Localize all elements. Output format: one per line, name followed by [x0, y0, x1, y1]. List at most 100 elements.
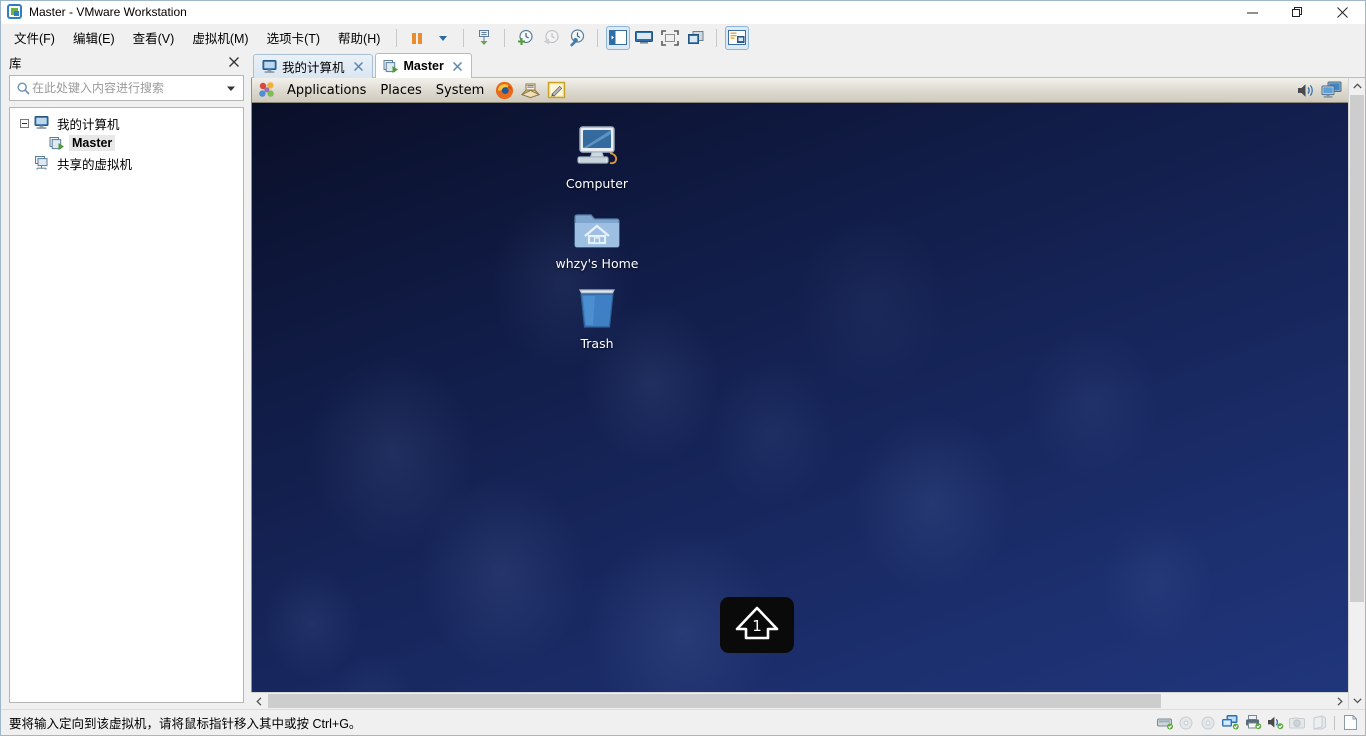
menu-tabs[interactable]: 选项卡(T)	[258, 24, 329, 51]
library-panel: 库 在此处键入内容进行搜索 我的计算机 Master 共享的虚拟机	[1, 51, 251, 709]
horizontal-scroll-track[interactable]	[268, 693, 1331, 709]
toolbar-separator-5	[716, 28, 718, 47]
unity-button[interactable]	[684, 26, 708, 50]
main-body: 库 在此处键入内容进行搜索 我的计算机 Master 共享的虚拟机 我的计算机 …	[1, 51, 1365, 709]
close-icon[interactable]	[451, 59, 465, 73]
status-cd-drive-2-icon[interactable]	[1199, 714, 1219, 732]
desktop-icon-label: Computer	[565, 176, 629, 191]
status-hard-disk-icon[interactable]	[1155, 714, 1175, 732]
evolution-mail-launcher-icon[interactable]	[519, 79, 541, 101]
console-view-button[interactable]	[632, 26, 656, 50]
tree-item-label: 共享的虚拟机	[57, 157, 133, 172]
gnome-tray	[1292, 79, 1346, 101]
scroll-right-arrow[interactable]	[1331, 693, 1348, 709]
library-tree: 我的计算机 Master 共享的虚拟机	[9, 107, 244, 703]
tree-item-master[interactable]: Master	[10, 133, 243, 153]
scroll-left-arrow[interactable]	[251, 693, 268, 709]
workspace-number: 1	[752, 617, 762, 635]
display-settings-icon[interactable]	[1320, 79, 1342, 101]
vertical-scrollbar[interactable]	[1348, 78, 1365, 709]
toolbar-separator-4	[597, 28, 599, 47]
vm-pane: 我的计算机 Master Applications Places System …	[251, 51, 1365, 709]
text-editor-launcher-icon[interactable]	[545, 79, 567, 101]
firefox-launcher-icon[interactable]	[493, 79, 515, 101]
minimize-button[interactable]	[1230, 1, 1275, 24]
vertical-scroll-track[interactable]	[1349, 95, 1365, 692]
tab-my-computer[interactable]: 我的计算机	[253, 54, 373, 78]
shared-vm-icon	[33, 155, 50, 171]
tab-label: Master	[403, 59, 444, 73]
vm-viewport-column: Applications Places System Computer whzy…	[251, 78, 1348, 709]
status-bar: 要将输入定向到该虚拟机，请将鼠标指针移入其中或按 Ctrl+G。	[1, 709, 1365, 735]
tree-item-my-computer[interactable]: 我的计算机	[10, 113, 243, 133]
restore-button[interactable]	[1275, 1, 1320, 24]
workspace-switcher[interactable]: 1	[720, 597, 794, 653]
menu-file[interactable]: 文件(F)	[5, 24, 64, 51]
menu-view[interactable]: 查看(V)	[124, 24, 184, 51]
library-title: 库	[9, 56, 22, 71]
status-usb-icon[interactable]	[1309, 714, 1329, 732]
close-button[interactable]	[1320, 1, 1365, 24]
desktop-icon-trash[interactable]: Trash	[545, 281, 649, 351]
status-message-log-icon[interactable]	[1340, 714, 1360, 732]
volume-icon[interactable]	[1294, 79, 1316, 101]
manage-snapshots-button[interactable]	[472, 26, 496, 50]
preferences-button[interactable]	[725, 25, 750, 50]
horizontal-scrollbar[interactable]	[251, 692, 1348, 709]
desktop-icon-computer[interactable]: Computer	[545, 121, 649, 191]
guest-desktop[interactable]: Computer whzy's Home Trash 1	[252, 103, 1348, 692]
gnome-menus: Applications Places System	[280, 79, 491, 102]
status-printer-icon[interactable]	[1243, 714, 1263, 732]
status-sound-icon[interactable]	[1265, 714, 1285, 732]
menu-vm[interactable]: 虚拟机(M)	[183, 24, 257, 51]
tab-label: 我的计算机	[282, 61, 345, 75]
suspend-button[interactable]	[405, 26, 429, 50]
chevron-down-icon[interactable]	[223, 83, 239, 93]
window-title: Master - VMware Workstation	[29, 5, 187, 19]
title-bar: Master - VMware Workstation	[1, 1, 1365, 24]
window-controls	[1230, 1, 1365, 24]
tree-item-label: Master	[69, 135, 116, 151]
expand-collapse-icon[interactable]	[18, 117, 31, 130]
take-snapshot-button[interactable]	[513, 26, 537, 50]
menu-bar: 文件(F) 编辑(E) 查看(V) 虚拟机(M) 选项卡(T) 帮助(H)	[1, 24, 1365, 51]
power-dropdown-button[interactable]	[431, 26, 455, 50]
expand-spacer	[18, 157, 31, 170]
search-icon	[14, 81, 32, 95]
vertical-scroll-thumb[interactable]	[1350, 95, 1364, 603]
vm-running-icon	[383, 58, 399, 74]
tree-item-label: 我的计算机	[57, 117, 120, 132]
close-icon[interactable]	[352, 60, 366, 74]
status-cd-drive-1-icon[interactable]	[1177, 714, 1197, 732]
gnome-menu-applications[interactable]: Applications	[280, 81, 373, 100]
desktop-icon-home[interactable]: whzy's Home	[545, 201, 649, 271]
status-network-icon[interactable]	[1221, 714, 1241, 732]
gnome-menu-places[interactable]: Places	[373, 81, 428, 100]
toolbar-separator	[396, 28, 398, 47]
trash-icon	[571, 281, 623, 331]
gnome-foot-icon	[256, 79, 278, 101]
status-camera-icon[interactable]	[1287, 714, 1307, 732]
library-header: 库	[1, 51, 248, 73]
gnome-menu-system[interactable]: System	[429, 81, 491, 100]
menu-help[interactable]: 帮助(H)	[329, 24, 389, 51]
vmware-workstation-window: Master - VMware Workstation 文件(F) 编辑(E)	[0, 0, 1366, 736]
fullscreen-button[interactable]	[658, 26, 682, 50]
show-library-button[interactable]	[606, 25, 631, 50]
computer-icon	[261, 59, 277, 75]
library-search[interactable]	[9, 75, 244, 101]
tree-item-shared-vms[interactable]: 共享的虚拟机	[10, 153, 243, 173]
close-icon[interactable]	[226, 54, 242, 70]
menu-edit[interactable]: 编辑(E)	[64, 24, 124, 51]
search-input[interactable]	[32, 81, 223, 95]
vmware-logo-icon	[7, 4, 23, 20]
horizontal-scroll-thumb[interactable]	[268, 694, 1161, 708]
revert-snapshot-button[interactable]	[539, 26, 563, 50]
guest-screen[interactable]: Applications Places System Computer whzy…	[251, 78, 1348, 692]
tab-master[interactable]: Master	[374, 53, 472, 78]
scroll-up-arrow[interactable]	[1349, 78, 1365, 95]
scroll-down-arrow[interactable]	[1349, 692, 1365, 709]
snapshot-manager-button[interactable]	[565, 26, 589, 50]
desktop-wallpaper	[252, 103, 1348, 692]
status-message: 要将输入定向到该虚拟机，请将鼠标指针移入其中或按 Ctrl+G。	[9, 717, 362, 731]
